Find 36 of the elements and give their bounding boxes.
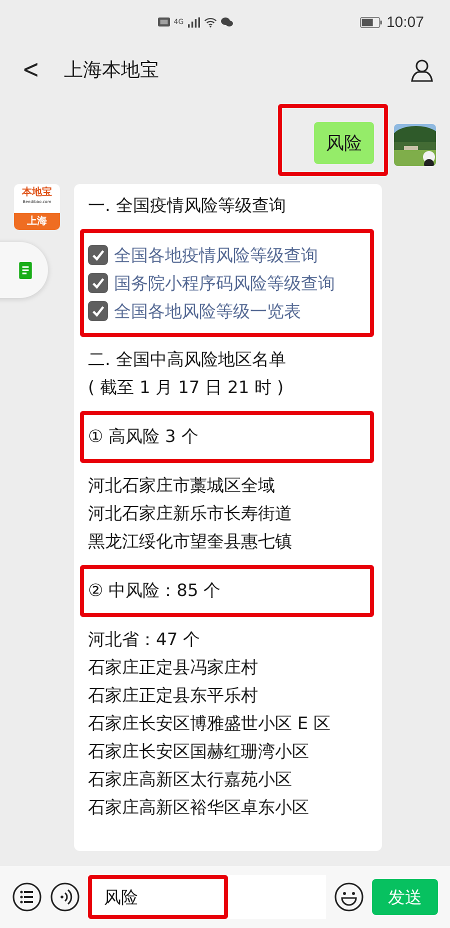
- message-text: 石家庄正定县冯家庄村: [88, 657, 259, 680]
- message-text: 河北石家庄市藁城区全域: [88, 475, 276, 498]
- hd-icon: [158, 17, 170, 27]
- wifi-icon: [204, 16, 217, 28]
- message-text: 河北石家庄新乐市长寿街道: [88, 503, 293, 526]
- menu-icon[interactable]: [12, 882, 42, 912]
- document-icon: [18, 262, 32, 278]
- battery-icon: [360, 16, 382, 28]
- chat-title: 上海本地宝: [64, 58, 160, 83]
- message-text: 石家庄长安区国赫红珊湾小区: [88, 741, 310, 764]
- emoji-icon[interactable]: [334, 882, 364, 912]
- menu-link[interactable]: 全国各地疫情风险等级查询: [114, 244, 318, 266]
- logo-city: 上海: [14, 213, 60, 230]
- message-text: 石家庄高新区裕华区卓东小区: [88, 797, 310, 820]
- message-text: 石家庄高新区太行嘉苑小区: [88, 769, 293, 792]
- voice-icon[interactable]: [50, 882, 80, 912]
- chat-bubbles-icon: [220, 17, 233, 27]
- menu-link[interactable]: 国务院小程序码风险等级查询: [114, 272, 335, 294]
- floating-tab[interactable]: [0, 242, 48, 298]
- message-text: ( 截至 1 月 17 日 21 时 ): [88, 377, 285, 400]
- message-text: ① 高风险 3 个: [88, 426, 200, 449]
- message-text: ② 中风险：85 个: [88, 580, 222, 603]
- message-text: 河北省：47 个: [88, 629, 202, 652]
- profile-icon[interactable]: [410, 58, 434, 82]
- menu-link[interactable]: 全国各地风险等级一览表: [114, 300, 301, 322]
- logo-name: 本地宝: [22, 186, 52, 199]
- message-bubble: 风险: [314, 122, 374, 164]
- message-text: 一. 全国疫情风险等级查询: [88, 195, 287, 218]
- status-time: 10:07: [386, 14, 424, 30]
- signal-icon: [188, 16, 200, 28]
- message-text: 石家庄正定县东平乐村: [88, 685, 259, 708]
- message-text: 二. 全国中高风险地区名单: [88, 349, 287, 372]
- message-text: 石家庄长安区博雅盛世小区 E 区: [88, 713, 332, 736]
- back-button[interactable]: <: [16, 55, 46, 85]
- message-text: 黑龙江绥化市望奎县惠七镇: [88, 531, 293, 554]
- message-input[interactable]: 风险: [88, 875, 228, 919]
